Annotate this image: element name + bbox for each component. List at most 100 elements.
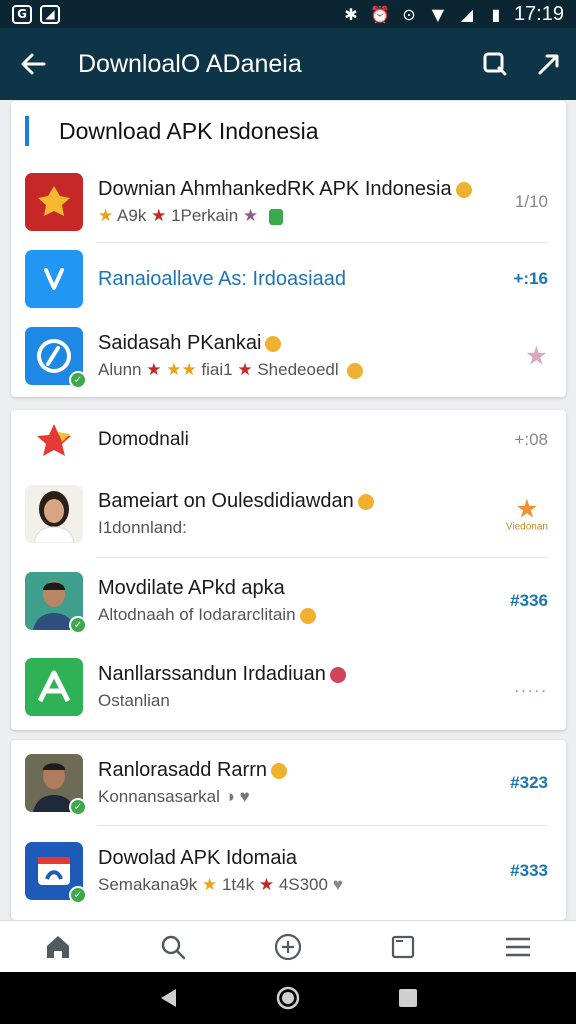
rating-label: Viedonan [505,521,548,533]
nav-square[interactable] [346,934,461,960]
item-subtitle: Semakana9k [98,875,198,894]
verified-badge-icon: ✓ [69,616,87,634]
rating-count: 4S300 [278,875,328,894]
list-item[interactable]: Nanllarssandun Irdadiuan Ostanlian ..... [11,644,566,730]
info-icon: ◑ ♥ [224,787,250,806]
item-subtitle: Shedeoedl [257,360,339,379]
star-icon: ★★ [166,360,197,379]
notification-icon: G [12,4,32,24]
avatar [25,485,83,543]
emoji-icon [265,335,282,352]
search-icon [161,935,186,959]
star-icon: ★ [146,360,162,379]
list-item[interactable]: Downian AhmhankedRK APK Indonesia ★ A9k … [11,161,566,243]
nav-add[interactable] [230,932,345,962]
battery-icon: ▮ [491,4,501,24]
image-icon: ◢ [40,4,60,24]
item-meta: #333 [510,861,548,880]
favorite-star-icon[interactable]: ★ [525,341,548,372]
item-title: Ranaioallave As: Irdoasiaad [98,268,346,290]
emoji-icon [357,493,374,510]
more-dots-icon[interactable]: ..... [514,677,548,697]
heart-icon: ♥ [332,875,343,894]
app-emblem-icon [25,173,83,231]
star-icon: ★ [515,493,539,524]
item-subtitle: Ostanlian [98,691,170,710]
nav-menu[interactable] [461,935,576,959]
square-icon [392,935,415,958]
item-meta: #323 [510,773,548,792]
back-button[interactable] [0,51,66,77]
share-icon [538,54,559,75]
item-subtitle: I1donnland: [98,518,187,537]
app-bar: DownloalO ADaneia [0,28,576,100]
emoji-icon [455,181,472,198]
item-meta: 1/10 [514,192,548,211]
item-rating: ★ Viedonan [506,496,548,533]
item-subtitle: Alunn [98,360,142,379]
wifi-icon: ▼ [431,4,445,24]
emoji-icon [299,607,316,624]
star-icon: ★ [237,360,253,379]
share-button[interactable] [522,51,576,77]
bottom-navigation [0,920,576,972]
nav-home[interactable] [0,934,115,960]
star-icon: ★ [258,875,275,894]
list-item[interactable]: Bameiart on Oulesdidiawdan I1donnland: ★… [11,470,566,558]
system-navigation [0,972,576,1024]
app-logo-icon [25,420,83,460]
item-title: Nanllarssandun Irdadiuan [98,663,326,685]
list-item[interactable]: ✓ Ranlorasadd Rarrn Konnansasarkal ◑ ♥ #… [11,740,566,826]
verified-icon [268,208,283,225]
item-title: Bameiart on Oulesdidiawdan [98,490,354,512]
list-item[interactable]: ✓ Saidasah PKankai Alunn ★ ★★ fiai1 ★ Sh… [11,315,566,397]
signal-icon: ◢ [460,4,474,24]
alarm-icon: ⏰ [369,4,390,24]
item-category: 1Perkain [171,206,239,225]
list-card: ✓ Ranlorasadd Rarrn Konnansasarkal ◑ ♥ #… [11,740,566,920]
section-header: Download APK Indonesia [11,101,566,161]
system-home-icon[interactable] [275,985,301,1011]
emoji-icon [329,666,346,683]
status-time: 17:19 [513,2,564,25]
verified-badge-icon: ✓ [69,886,87,904]
nav-search[interactable] [115,933,230,961]
verified-badge-icon: ✓ [69,371,87,389]
avatar: ✓ [25,572,87,634]
app-logo-icon: ✓ [25,842,87,904]
list-item[interactable]: Ranaioallave As: Irdoasiaad +:16 [11,243,566,315]
verified-badge-icon: ✓ [69,798,87,816]
item-subtitle: fiai1 [201,360,233,379]
star-icon: ★ [242,206,259,225]
item-title: Domodnali [98,429,189,450]
section-title: Download APK Indonesia [59,117,319,144]
app-logo-icon: ✓ [25,327,87,389]
system-recents-icon[interactable] [398,988,418,1008]
menu-icon [506,937,531,956]
item-title: Downian AhmhankedRK APK Indonesia [98,178,452,200]
rating-count: 1t4k [221,875,255,894]
list-card: Domodnali +:08 Bameiart on Oulesdidiawda… [11,410,566,730]
emoji-icon [347,362,364,379]
search-box-icon [483,52,507,76]
search-button[interactable] [468,51,522,77]
list-item[interactable]: ✓ Movdilate APkd apka Altodnaah of Iodar… [11,558,566,644]
item-title: Dowolad APK Idomaia [98,847,298,869]
star-icon: ★ [151,206,167,225]
system-back-icon[interactable] [158,987,178,1009]
home-icon [46,935,69,958]
list-item[interactable]: Domodnali +:08 [11,410,566,470]
sync-icon: ⊙ [402,4,416,24]
item-subtitle: Konnansasarkal [98,787,220,806]
item-title: Ranlorasadd Rarrn [98,759,267,781]
emoji-icon [270,762,287,779]
item-meta: #336 [510,591,548,610]
arrow-back-icon [21,53,46,75]
item-title: Movdilate APkd apka [98,577,285,599]
avatar: ✓ [25,754,87,816]
star-icon: ★ [98,206,114,225]
item-meta: +:16 [513,269,549,288]
app-logo-icon [25,658,83,716]
rating-count: A9k [117,206,147,225]
list-item[interactable]: ✓ Dowolad APK Idomaia Semakana9k ★ 1t4k … [11,826,566,916]
